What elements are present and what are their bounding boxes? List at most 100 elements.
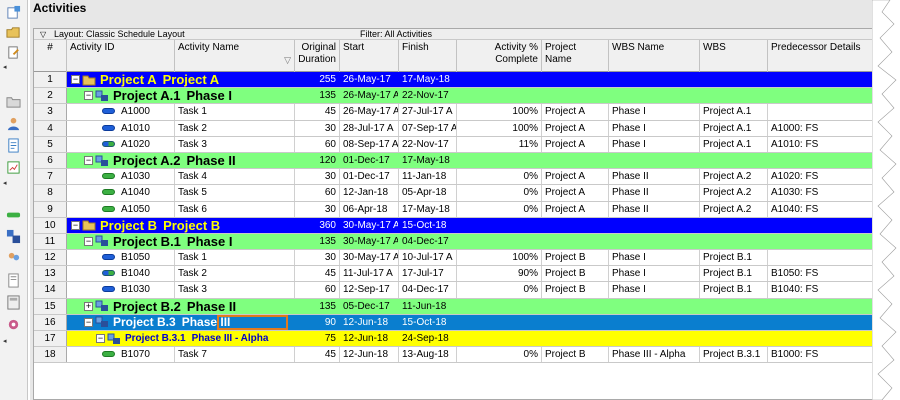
table-row[interactable]: 18 B1070 Task 7 45 12-Jun-18 13-Aug-18 0% Proje… <box>34 347 874 364</box>
collapse-icon[interactable]: − <box>84 317 93 327</box>
table-row[interactable]: 3 A1000 Task 1 45 26-May-17 A 27-Jul-17 A 100%… <box>34 104 874 121</box>
col-num[interactable]: # <box>34 40 67 72</box>
collapse-icon[interactable]: − <box>84 156 93 166</box>
assign-icon[interactable] <box>5 44 22 60</box>
col-finish[interactable]: Finish <box>399 40 457 72</box>
table-row[interactable]: 9 A1050 Task 6 30 06-Apr-18 17-May-18 0% Projec… <box>34 201 874 218</box>
table-row[interactable]: 1 255 26-May-17 17-May-18 − Project A Project … <box>34 72 874 89</box>
col-activity-id[interactable]: Activity ID <box>67 40 175 72</box>
chevron-left-icon[interactable]: ◂ <box>3 64 7 72</box>
group-label[interactable]: − Project A Project A <box>71 72 219 87</box>
cell-wbs: Project A.1 <box>700 120 768 136</box>
cell-filler <box>609 331 700 347</box>
row-number[interactable]: 15 <box>34 298 67 314</box>
layout-label[interactable]: Layout: Classic Schedule Layout <box>54 29 185 40</box>
row-number[interactable]: 2 <box>34 88 67 104</box>
table-row[interactable]: 4 A1010 Task 2 30 28-Jul-17 A 07-Sep-17 A 100%… <box>34 120 874 137</box>
row-number[interactable]: 10 <box>34 217 67 233</box>
cell-num[interactable]: 4 <box>34 120 67 136</box>
collapse-icon[interactable]: − <box>84 91 93 101</box>
table-row[interactable]: 15 135 05-Dec-17 11-Jun-18 + Project B.2 Phase… <box>34 298 874 315</box>
table-row[interactable]: 6 120 01-Dec-17 17-May-18 − Project A.2 Phase … <box>34 152 874 170</box>
group-label[interactable]: − Project B.3 Phase III <box>84 315 230 330</box>
cell-num[interactable]: 3 <box>34 104 67 120</box>
expand-icon[interactable]: + <box>84 301 93 311</box>
resources-icon[interactable] <box>5 250 22 266</box>
chevron-down-icon[interactable]: ▽ <box>40 29 46 40</box>
table-row[interactable]: 17 75 12-Jun-18 24-Sep-18 − Project B.3.1 Phas… <box>34 331 874 348</box>
table-row[interactable]: 8 A1040 Task 5 60 12-Jan-18 05-Apr-18 0% Projec… <box>34 185 874 202</box>
folder-open-icon[interactable] <box>5 24 22 40</box>
cell-name: Task 3 <box>175 282 295 298</box>
cell-filler <box>700 217 768 233</box>
cell-start: 30-May-17 A <box>340 217 399 233</box>
group-label[interactable]: − Project A.2 Phase II <box>84 153 236 168</box>
table-row[interactable]: 16 90 12-Jun-18 15-Oct-18 − Project B.3 Phase … <box>34 314 874 331</box>
table-row[interactable]: 10 360 30-May-17 A 15-Oct-18 − Project B Proje… <box>34 217 874 234</box>
cell-start: 12-Jun-18 <box>340 347 399 363</box>
cell-num[interactable]: 5 <box>34 136 67 152</box>
col-pct-complete[interactable]: Activity % Complete <box>457 40 542 72</box>
group-id: Project A <box>100 72 157 88</box>
user-icon[interactable] <box>5 115 22 131</box>
table-row[interactable]: 2 135 26-May-17 A 22-Nov-17 − Project A.1 Phas… <box>34 88 874 105</box>
col-project-name[interactable]: Project Name <box>542 40 609 72</box>
table-row[interactable]: 7 A1030 Task 4 30 01-Dec-17 11-Jan-18 0% Projec… <box>34 169 874 186</box>
group-label[interactable]: + Project B.2 Phase II <box>84 299 236 314</box>
cell-start: 12-Jun-18 <box>340 331 399 347</box>
cell-num[interactable]: 13 <box>34 266 67 282</box>
group-label[interactable]: − Project A.1 Phase I <box>84 88 232 103</box>
cell-name: Task 2 <box>175 266 295 282</box>
row-number[interactable]: 1 <box>34 72 67 88</box>
chevron-left-icon[interactable]: ◂ <box>3 338 7 346</box>
collapse-icon[interactable]: − <box>71 75 80 85</box>
cell-num[interactable]: 18 <box>34 347 67 363</box>
row-number[interactable]: 11 <box>34 233 67 250</box>
row-number[interactable]: 16 <box>34 314 67 330</box>
cell-wbs: Project B.1 <box>700 266 768 282</box>
group-label[interactable]: − Project B Project B <box>71 218 220 233</box>
activity-bar-icon[interactable] <box>5 206 22 222</box>
new-activity-icon[interactable] <box>5 4 22 20</box>
cell-duration: 60 <box>295 282 340 298</box>
group-label[interactable]: − Project B.3.1 Phase III - Alpha <box>96 331 268 346</box>
collapse-icon[interactable]: − <box>71 220 80 230</box>
group-label[interactable]: − Project B.1 Phase I <box>84 234 232 249</box>
collapse-icon[interactable]: − <box>96 334 105 344</box>
document-icon[interactable] <box>5 137 22 153</box>
row-number[interactable]: 6 <box>34 152 67 169</box>
cell-num[interactable]: 12 <box>34 250 67 266</box>
chevron-left-icon[interactable]: ◂ <box>3 180 7 188</box>
col-predecessor[interactable]: Predecessor Details <box>768 40 874 72</box>
cell-num[interactable]: 9 <box>34 201 67 217</box>
folder-icon[interactable] <box>5 93 22 109</box>
group-id: Project B <box>100 217 158 233</box>
filter-label[interactable]: Filter: All Activities <box>360 29 432 40</box>
settings-icon[interactable] <box>5 316 22 332</box>
filter-icon[interactable]: ▽ <box>284 54 291 66</box>
cell-num[interactable]: 7 <box>34 169 67 185</box>
panel-title: Activities <box>33 1 87 15</box>
table-row[interactable]: 11 135 30-May-17 A 04-Dec-17 − Project B.1 Pha… <box>34 233 874 251</box>
col-original-duration[interactable]: Original Duration <box>295 40 340 72</box>
wbs-icon[interactable] <box>5 228 22 244</box>
col-activity-name[interactable]: Activity Name ▽ <box>175 40 295 72</box>
table-row[interactable]: 13 B1040 Task 2 45 11-Jul-17 A 17-Jul-17 90% Pr… <box>34 266 874 283</box>
calculator-icon[interactable] <box>5 294 22 310</box>
table-row[interactable]: 14 B1030 Task 3 60 12-Sep-17 04-Dec-17 0% Proje… <box>34 282 874 299</box>
chart-icon[interactable] <box>5 159 22 175</box>
col-start[interactable]: Start <box>340 40 399 72</box>
row-number[interactable]: 17 <box>34 331 67 347</box>
table-row[interactable]: 12 B1050 Task 1 30 30-May-17 A 10-Jul-17 A 100… <box>34 250 874 267</box>
cell-start: 12-Sep-17 <box>340 282 399 298</box>
col-wbs[interactable]: WBS <box>700 40 768 72</box>
table-row[interactable]: 5 A1020 Task 3 60 08-Sep-17 A 22-Nov-17 11% Pro… <box>34 136 874 153</box>
cell-num[interactable]: 14 <box>34 282 67 298</box>
col-wbs-name[interactable]: WBS Name <box>609 40 700 72</box>
cell-duration: 90 <box>295 314 340 330</box>
activity-id: A1010 <box>121 122 150 134</box>
collapse-icon[interactable]: − <box>84 236 93 246</box>
cell-num[interactable]: 8 <box>34 185 67 201</box>
cell-pct: 100% <box>457 104 542 120</box>
report-icon[interactable] <box>5 272 22 288</box>
